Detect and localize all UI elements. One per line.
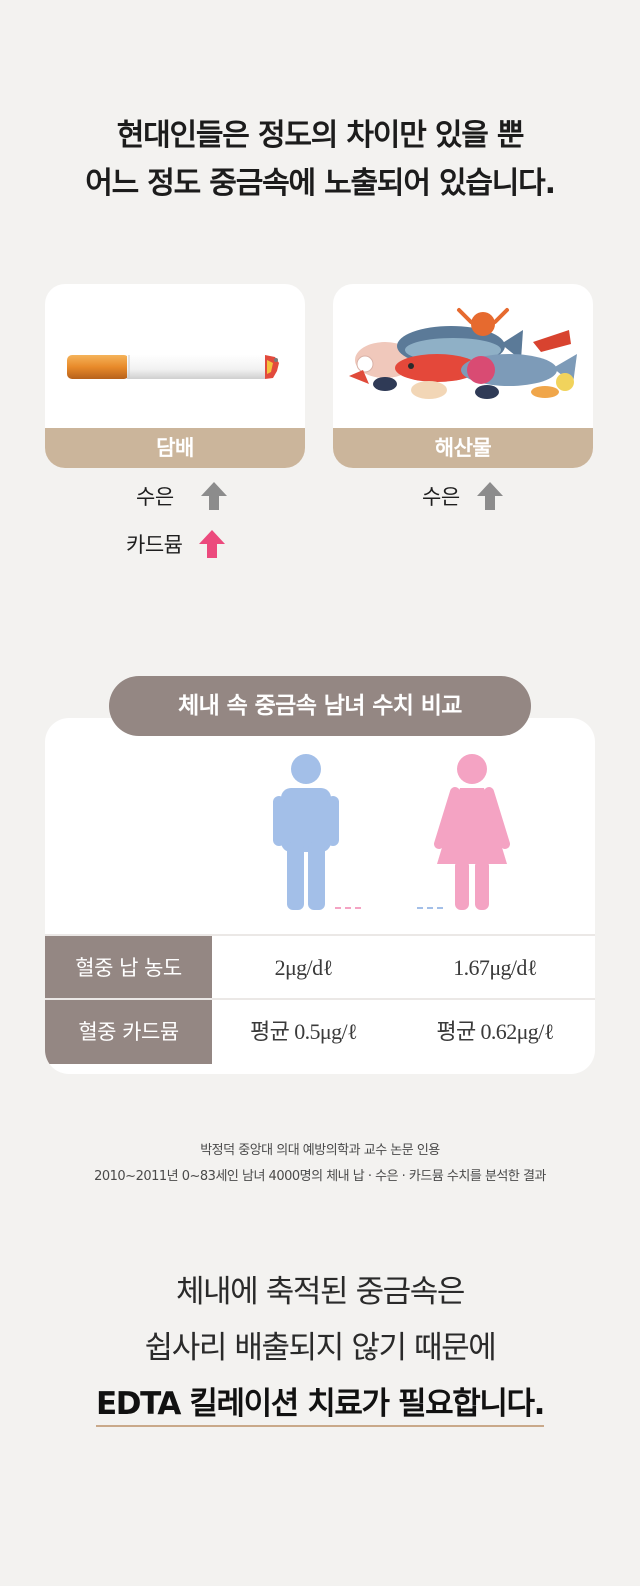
citation: 박정덕 중앙대 의대 예방의학과 교수 논문 인용 2010~2011년 0~8… <box>0 1138 640 1190</box>
seafood-metals: 수은 <box>422 476 504 516</box>
table-row: 혈중 카드뮴 평균 0.5μg/ℓ 평균 0.62μg/ℓ <box>45 998 595 1064</box>
female-value: 평균 0.62μg/ℓ <box>436 1019 554 1044</box>
source-card-cigarette: 담배 <box>45 284 305 468</box>
conclusion-line-1: 체내에 축적된 중금속은 <box>175 1274 466 1310</box>
headline-line-1: 현대인들은 정도의 차이만 있을 뿐 <box>116 118 525 153</box>
gray-up-arrow-icon <box>476 482 503 510</box>
female-value: 1.67μg/dℓ <box>453 955 537 980</box>
cigarette-illustration <box>67 355 279 379</box>
source-label-cigarette: 담배 <box>45 428 305 468</box>
citation-line-1: 박정덕 중앙대 의대 예방의학과 교수 논문 인용 <box>200 1143 440 1158</box>
male-value: 평균 0.5μg/ℓ <box>250 1019 358 1044</box>
source-label-seafood: 해산물 <box>333 428 593 468</box>
seafood-illustration <box>349 308 577 399</box>
male-value: 2μg/dℓ <box>274 955 333 980</box>
cigarette-metals: 수은 카드뮴 <box>126 476 228 564</box>
metal-name: 수은 <box>136 485 174 509</box>
row-label: 혈중 카드뮴 <box>45 1000 212 1064</box>
conclusion: 체내에 축적된 중금속은 쉽사리 배출되지 않기 때문에 EDTA 킬레이션 치… <box>0 1264 640 1432</box>
cigarette-mercury-line: 수은 <box>126 476 228 516</box>
divider-dash <box>417 907 443 909</box>
row-label: 혈중 납 농도 <box>45 936 212 1000</box>
headline-line-2: 어느 정도 중금속에 노출되어 있습니다. <box>85 166 556 201</box>
divider-dash <box>335 907 361 909</box>
comparison-title: 체내 속 중금속 남녀 수치 비교 <box>109 676 531 736</box>
metal-name: 수은 <box>422 485 460 509</box>
headline: 현대인들은 정도의 차이만 있을 뿐 어느 정도 중금속에 노출되어 있습니다. <box>0 112 640 208</box>
male-person-icon <box>273 754 339 910</box>
cigarette-cadmium-line: 카드뮴 <box>126 524 228 564</box>
conclusion-line-2: 쉽사리 배출되지 않기 때문에 <box>144 1330 497 1366</box>
pink-up-arrow-icon <box>199 530 226 558</box>
source-card-seafood: 해산물 <box>333 284 593 468</box>
citation-line-2: 2010~2011년 0~83세인 남녀 4000명의 체내 납 · 수은 · … <box>94 1169 546 1184</box>
female-person-icon <box>434 754 510 910</box>
table-row: 혈중 납 농도 2μg/dℓ 1.67μg/dℓ <box>45 934 595 1000</box>
gray-up-arrow-icon <box>200 482 227 510</box>
conclusion-line-3: EDTA 킬레이션 치료가 필요합니다. <box>95 1383 545 1427</box>
comparison-panel: 혈중 납 농도 2μg/dℓ 1.67μg/dℓ 혈중 카드뮴 평균 0.5μg… <box>45 718 595 1074</box>
metal-name: 카드뮴 <box>126 533 183 557</box>
seafood-mercury-line: 수은 <box>422 476 504 516</box>
